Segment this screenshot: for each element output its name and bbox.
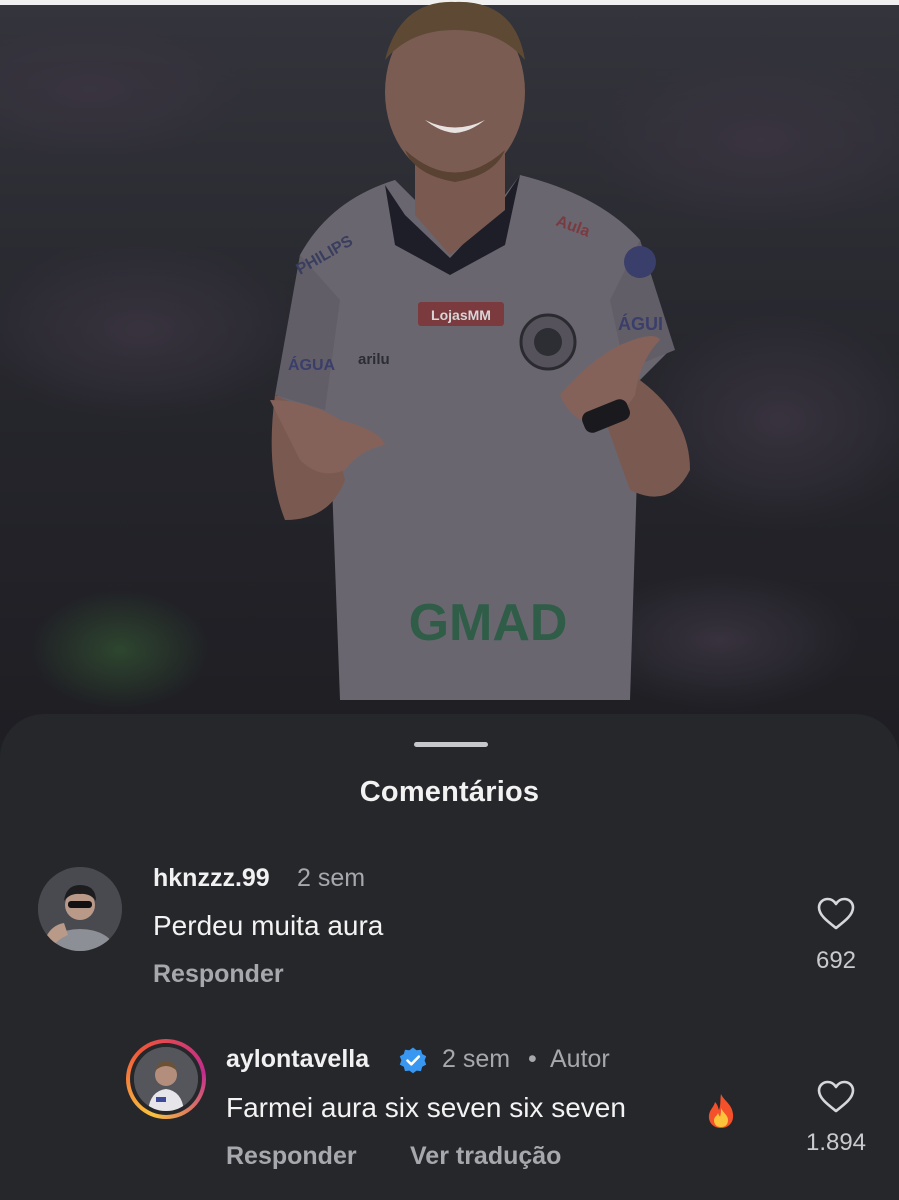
like-count: 692 (815, 947, 857, 974)
comment-time: 2 sem (297, 864, 366, 892)
sheet-title: Comentários (359, 776, 540, 808)
comment-time: 2 sem (442, 1045, 511, 1073)
sponsor-badge: LojasMM (431, 307, 491, 323)
reply-button[interactable]: Responder (153, 960, 284, 989)
verified-badge-icon (399, 1047, 427, 1074)
translate-button[interactable]: Ver tradução (410, 1142, 561, 1171)
author-tag: Autor (550, 1045, 610, 1073)
svg-text:ÁGUI: ÁGUI (618, 313, 663, 334)
profile-photo-icon (38, 867, 122, 951)
comment-username[interactable]: aylontavella (226, 1045, 369, 1074)
fire-icon (708, 1094, 734, 1128)
comments-screen: LojasMM GMAD PHILIPS Aula ÁGUI ÁGUA aril… (0, 0, 899, 1200)
comment-text: Perdeu muita aura (153, 910, 384, 941)
post-photo: LojasMM GMAD PHILIPS Aula ÁGUI ÁGUA aril… (0, 0, 899, 740)
drag-handle[interactable] (414, 742, 488, 747)
comment-text: Farmei aura six seven six seven (226, 1092, 626, 1123)
profile-photo-icon (134, 1047, 198, 1111)
meta-separator: • (528, 1045, 537, 1073)
player-illustration: LojasMM GMAD PHILIPS Aula ÁGUI ÁGUA aril… (0, 0, 899, 740)
comments-sheet: Comentários hknzzz.99 2 sem Perdeu muita… (0, 714, 899, 1200)
heart-icon[interactable] (817, 897, 855, 931)
comment-username[interactable]: hknzzz.99 (153, 864, 270, 893)
sponsor-logo: GMAD (409, 594, 568, 652)
heart-icon[interactable] (817, 1080, 855, 1114)
like-count: 1.894 (805, 1129, 867, 1156)
avatar[interactable] (38, 867, 122, 951)
svg-text:arilu: arilu (358, 351, 390, 368)
avatar-story-ring[interactable] (126, 1039, 206, 1119)
reply-button[interactable]: Responder (226, 1142, 357, 1171)
svg-text:ÁGUA: ÁGUA (288, 355, 336, 374)
